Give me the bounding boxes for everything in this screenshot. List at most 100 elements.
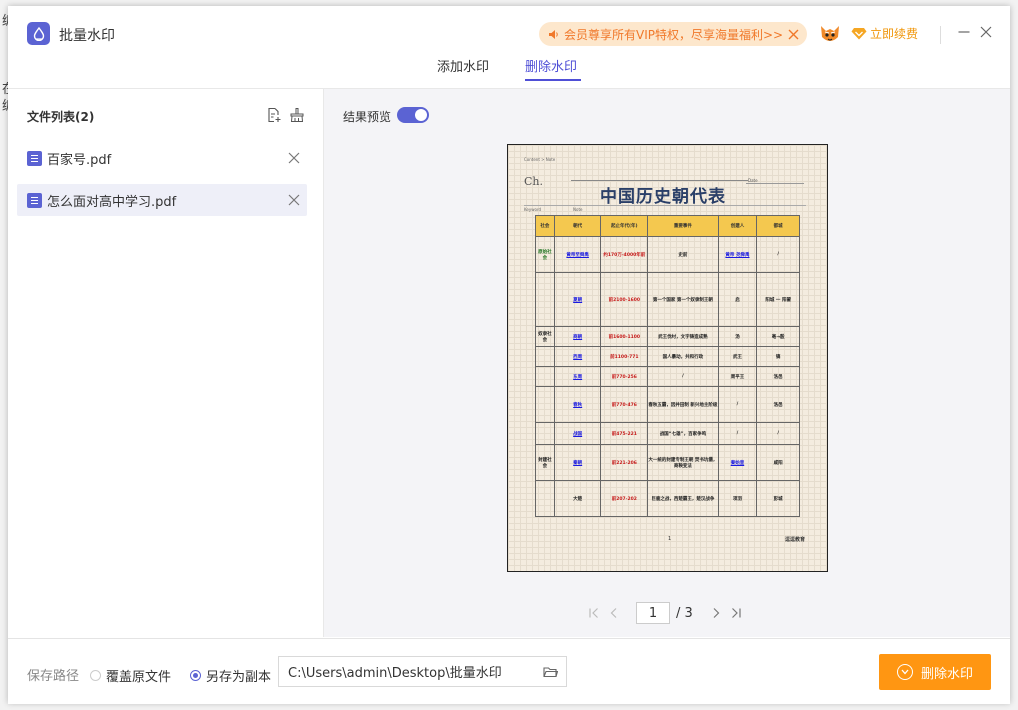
table-cell — [535, 386, 555, 423]
table-cell: 汤 — [717, 326, 758, 347]
promo-text: 会员尊享所有VIP特权，尽享海量福利>> — [564, 27, 784, 42]
table-cell: / — [717, 422, 758, 445]
tab-remove-watermark[interactable]: 删除水印 — [525, 56, 577, 75]
table-row: 东周 前770-256 / 周平王 洛邑 — [535, 366, 800, 387]
table-cell: 秦朝 — [553, 444, 602, 481]
table-row: 封建社会 秦朝 前221-206 大一统的封建专制王朝 焚书坑儒，商鞅变法 秦始… — [535, 444, 800, 481]
file-list-panel: 文件列表(2) 百家号.pdf 怎么面对高中学习.pdf — [8, 89, 324, 637]
doc-rule — [746, 183, 804, 184]
doc-ch-label: Ch. — [524, 175, 543, 188]
active-tab-indicator — [525, 79, 581, 81]
table-cell: 前770-476 — [600, 386, 649, 423]
table-cell: 奴隶社会 — [535, 326, 555, 347]
title-bar: 批量水印 会员尊享所有VIP特权，尽享海量福利>> 立即续费 添加水印 删除水印 — [8, 6, 1010, 89]
table-header: 重要事件 — [647, 215, 719, 237]
radio-circle — [90, 670, 101, 681]
doc-page-number: 1 — [668, 536, 672, 542]
table-cell — [535, 346, 555, 367]
table-cell: 镐 — [756, 346, 800, 367]
renew-button[interactable]: 立即续费 — [851, 25, 918, 42]
doc-rule — [524, 205, 806, 206]
table-cell: 约170万-4000年前 — [600, 236, 649, 273]
table-cell: 巨鹿之战，西楚霸王，楚汉战争 — [647, 480, 719, 517]
tab-add-watermark[interactable]: 添加水印 — [437, 56, 489, 75]
table-cell: 原始社会 — [535, 236, 555, 273]
table-row: 原始社会 黄帝至舜禹 约170万-4000年前 史前 黄帝 尧舜禹 / — [535, 236, 800, 273]
clear-list-icon[interactable] — [289, 107, 305, 123]
table-row: 夏朝 前2100-1600 第一个国家 第一个奴隶制王朝 启 阳城 一 阳翟 — [535, 272, 800, 327]
remove-watermark-button[interactable]: 删除水印 — [879, 654, 991, 690]
doc-brand: 逗逗教育 — [785, 537, 806, 543]
minimize-icon[interactable] — [957, 25, 971, 39]
close-window-icon[interactable] — [979, 25, 993, 39]
file-list-title: 文件列表(2) — [27, 110, 95, 124]
save-copy-label: 另存为副本 — [206, 670, 272, 685]
doc-rule — [571, 180, 748, 181]
table-header: 都城 — [756, 215, 800, 237]
document-preview: Content > Note Ch. Date 中国历史朝代表 Keyword … — [507, 144, 828, 572]
add-file-icon[interactable] — [266, 107, 282, 123]
doc-breadcrumb: Content > Note — [524, 157, 556, 162]
table-row: 西周 前1100-771 国人暴动，共和行政 武王 镐 — [535, 346, 800, 367]
renew-label: 立即续费 — [870, 27, 919, 41]
table-cell: 商朝 — [553, 326, 602, 347]
save-copy-radio[interactable]: 另存为副本 — [190, 666, 271, 685]
table-cell: / — [647, 366, 719, 387]
table-cell: 第一个国家 第一个奴隶制王朝 — [647, 272, 719, 327]
table-row: 奴隶社会 商朝 前1600-1100 武王伐纣，文字铸造成熟 汤 亳→殷 — [535, 326, 800, 347]
table-cell: 春秋 — [553, 386, 602, 423]
table-header: 起止年代(年) — [600, 215, 649, 237]
pdf-icon — [27, 192, 42, 208]
table-cell: 阳城 一 阳翟 — [756, 272, 800, 327]
table-cell: 秦始皇 — [717, 444, 758, 481]
prev-page-icon[interactable] — [607, 606, 621, 620]
table-cell: 启 — [717, 272, 758, 327]
table-cell — [535, 422, 555, 445]
page-total: / 3 — [676, 605, 693, 621]
file-name: 怎么面对高中学习.pdf — [47, 194, 177, 210]
table-header: 朝代 — [553, 215, 602, 237]
file-item[interactable]: 百家号.pdf — [17, 142, 307, 174]
table-cell: 前1600-1100 — [600, 326, 649, 347]
first-page-icon[interactable] — [587, 606, 601, 620]
table-header: 社会 — [535, 215, 555, 237]
preview-label: 结果预览 — [343, 110, 392, 124]
table-cell: 黄帝至舜禹 — [553, 236, 602, 273]
last-page-icon[interactable] — [729, 606, 743, 620]
overwrite-label: 覆盖原文件 — [106, 670, 172, 685]
overwrite-radio[interactable]: 覆盖原文件 — [90, 666, 171, 685]
table-cell: 亳→殷 — [756, 326, 800, 347]
diamond-icon — [851, 28, 867, 40]
preview-toggle[interactable] — [397, 107, 429, 123]
divider — [940, 26, 941, 44]
table-cell: 国人暴动，共和行政 — [647, 346, 719, 367]
close-icon[interactable] — [788, 29, 799, 40]
table-cell: 大楚 — [553, 480, 602, 517]
folder-icon[interactable] — [543, 666, 558, 678]
speaker-icon — [548, 29, 560, 40]
table-cell — [535, 272, 555, 327]
table-cell: 彭城 — [756, 480, 800, 517]
vip-promo-banner[interactable]: 会员尊享所有VIP特权，尽享海量福利>> — [539, 22, 807, 46]
save-path-label: 保存路径 — [27, 669, 80, 684]
mascot-icon[interactable] — [819, 23, 841, 45]
footer-bar: 保存路径 覆盖原文件 另存为副本 C:\Users\admin\Desktop\… — [8, 638, 1010, 704]
table-cell: 前1100-771 — [600, 346, 649, 367]
file-name: 百家号.pdf — [47, 152, 112, 168]
table-cell: 东周 — [553, 366, 602, 387]
table-cell: 周平王 — [717, 366, 758, 387]
table-cell: 大一统的封建专制王朝 焚书坑儒，商鞅变法 — [647, 444, 719, 481]
doc-title: 中国历史朝代表 — [600, 187, 726, 207]
file-item-selected[interactable]: 怎么面对高中学习.pdf — [17, 184, 307, 216]
save-path-field[interactable]: C:\Users\admin\Desktop\批量水印 — [278, 656, 567, 687]
next-page-icon[interactable] — [709, 606, 723, 620]
remove-file-icon[interactable] — [288, 194, 300, 206]
table-cell: 春秋五霸，因井田制 新兴地主阶级 — [647, 386, 719, 423]
remove-watermark-label: 删除水印 — [920, 666, 973, 682]
remove-file-icon[interactable] — [288, 152, 300, 164]
table-cell: 洛邑 — [756, 386, 800, 423]
table-cell: 武王伐纣，文字铸造成熟 — [647, 326, 719, 347]
page-number-input[interactable]: 1 — [636, 602, 670, 624]
save-path-value: C:\Users\admin\Desktop\批量水印 — [288, 666, 502, 681]
check-icon — [896, 664, 913, 680]
